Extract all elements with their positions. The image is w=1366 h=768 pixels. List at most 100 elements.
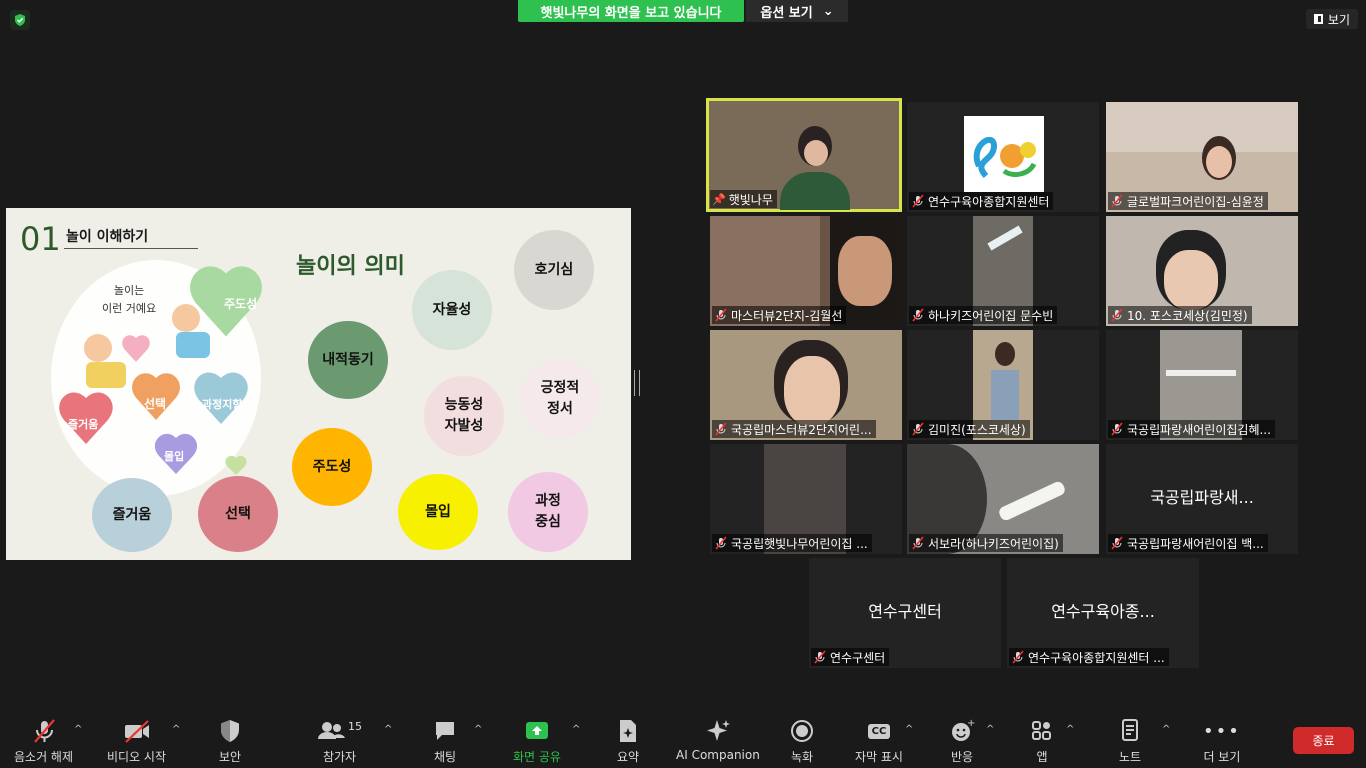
video-tile[interactable]: 마스터뷰2단지-김월선	[710, 216, 902, 326]
heart-label: 몰입	[164, 450, 184, 463]
video-tile[interactable]: 김미진(포스코세상)	[907, 330, 1099, 440]
notes-label: 노트	[1118, 750, 1142, 764]
participant-name: 마스터뷰2단지-김월선	[731, 308, 843, 323]
participant-name: 10. 포스코세상(김민정)	[1127, 308, 1248, 323]
apps-label: 앱	[1036, 750, 1048, 764]
apps-options-caret[interactable]: ^	[1066, 724, 1074, 735]
video-tile[interactable]: 하나키즈어린이집 문수빈	[907, 216, 1099, 326]
heart-label: 선택	[144, 396, 166, 411]
resize-handle[interactable]	[634, 370, 640, 396]
slide-subtitle: 놀이 이해하기	[66, 229, 149, 245]
participant-name-tag: 연수구육아종합지원센터	[909, 192, 1054, 210]
start-video-button[interactable]: 비디오 시작	[107, 718, 166, 765]
view-options-button[interactable]: 옵션 보기 ⌄	[746, 0, 848, 22]
video-tile[interactable]: 연수구센터 연수구센터	[809, 558, 1001, 668]
unmute-button[interactable]: 음소거 해제	[14, 718, 73, 765]
record-button[interactable]: 녹화	[789, 718, 815, 765]
more-button[interactable]: ••• 더 보기	[1203, 718, 1241, 765]
mic-muted-icon	[714, 308, 728, 322]
video-tile[interactable]: 연수구육아종... 연수구육아종합지원센터 ...	[1007, 558, 1199, 668]
video-tile[interactable]: 국공립파랑새... 국공립파랑새어린이집 백...	[1106, 444, 1298, 554]
summary-button[interactable]: 요약	[616, 718, 640, 765]
grid-view-icon	[1313, 14, 1323, 24]
encryption-shield-icon[interactable]	[10, 10, 30, 30]
end-meeting-button[interactable]: 종료	[1293, 727, 1354, 754]
viewing-screen-banner: 햇빛나무의 화면을 보고 있습니다	[518, 0, 744, 22]
captions-button[interactable]: CC 자막 표시	[855, 718, 903, 765]
reactions-button[interactable]: + 반응	[949, 718, 975, 765]
ai-companion-button[interactable]: AI Companion	[676, 718, 760, 762]
participant-name-tag: 서보라(하나키즈어린이집)	[909, 534, 1063, 552]
participant-name: 서보라(하나키즈어린이집)	[928, 536, 1059, 551]
closed-captions-icon: CC	[867, 718, 891, 744]
chat-button[interactable]: 채팅	[433, 718, 457, 765]
org-logo	[964, 116, 1044, 192]
video-tile[interactable]: 국공립햇빛나무어린이집 ...	[710, 444, 902, 554]
participants-icon: 15	[317, 718, 362, 744]
reactions-label: 반응	[950, 750, 974, 764]
participant-name-tag: 마스터뷰2단지-김월선	[712, 306, 847, 324]
participant-name: 연수구센터	[830, 650, 886, 665]
mic-muted-icon	[714, 422, 728, 436]
view-options-label: 옵션 보기	[760, 5, 813, 21]
participant-name-tag: 10. 포스코세상(김민정)	[1108, 306, 1252, 324]
video-tile[interactable]: 서보라(하나키즈어린이집)	[907, 444, 1099, 554]
participant-name: 국공립파랑새어린이집 백...	[1127, 536, 1264, 551]
audio-options-caret[interactable]: ^	[74, 724, 82, 735]
start-video-label: 비디오 시작	[107, 750, 167, 764]
participant-name-tag: 국공립마스터뷰2단지어린...	[712, 420, 876, 438]
children-play-illustration: 주도성 선택 과정지향 즐거움 몰입 놀이는 이런 거예요	[46, 248, 276, 498]
sparkle-icon	[705, 718, 731, 744]
captions-label: 자막 표시	[855, 750, 903, 764]
participant-display-name: 연수구육아종...	[1051, 602, 1155, 621]
bubble-activeness: 능동성 자발성	[424, 376, 504, 456]
video-tile[interactable]: 📌 햇빛나무	[706, 98, 902, 212]
participant-name: 연수구육아종합지원센터	[928, 194, 1050, 209]
apps-button[interactable]: 앱	[1030, 718, 1054, 765]
share-screen-button[interactable]: 화면 공유	[513, 718, 561, 765]
video-tile[interactable]: 국공립마스터뷰2단지어린...	[710, 330, 902, 440]
video-options-caret[interactable]: ^	[172, 724, 180, 735]
more-label: 더 보기	[1203, 750, 1241, 764]
heart-label: 주도성	[224, 297, 257, 311]
notes-button[interactable]: 노트	[1118, 718, 1142, 765]
chat-options-caret[interactable]: ^	[474, 724, 482, 735]
participant-name-tag: 📌 햇빛나무	[710, 190, 777, 208]
mic-muted-icon	[1110, 194, 1124, 208]
heart-label: 즐거움	[68, 417, 98, 431]
participant-name-tag: 국공립햇빛나무어린이집 ...	[712, 534, 872, 552]
chat-bubble-icon	[433, 718, 457, 744]
security-button[interactable]: 보안	[218, 718, 242, 765]
mic-muted-icon	[31, 718, 57, 744]
participants-button[interactable]: 15 참가자	[317, 718, 362, 765]
slide-title: 놀이의 의미	[296, 254, 405, 279]
bubble-joy: 즐거움	[92, 478, 172, 552]
participant-name-tag: 국공립파랑새어린이집김혜...	[1108, 420, 1275, 438]
apps-icon	[1030, 718, 1054, 744]
participants-options-caret[interactable]: ^	[384, 724, 392, 735]
video-tile[interactable]: 국공립파랑새어린이집김혜...	[1106, 330, 1298, 440]
participant-display-name: 국공립파랑새...	[1150, 488, 1254, 507]
shield-icon	[218, 718, 242, 744]
video-tile[interactable]: 글로벌파크어린이집-심윤정	[1106, 102, 1298, 212]
top-bar: 햇빛나무의 화면을 보고 있습니다 옵션 보기 ⌄ 보기	[0, 0, 1366, 40]
participant-name: 연수구육아종합지원센터 ...	[1028, 650, 1165, 665]
participant-name-tag: 연수구센터	[811, 648, 890, 666]
share-options-caret[interactable]: ^	[572, 724, 580, 735]
record-icon	[789, 718, 815, 744]
participant-name-tag: 연수구육아종합지원센터 ...	[1009, 648, 1169, 666]
bubble-initiative: 주도성	[292, 428, 372, 506]
participant-name-tag: 김미진(포스코세상)	[909, 420, 1030, 438]
mic-muted-icon	[911, 194, 925, 208]
share-screen-label: 화면 공유	[513, 750, 561, 764]
heart-label: 과정지향	[202, 397, 242, 411]
video-tile[interactable]: 연수구육아종합지원센터	[907, 102, 1099, 212]
participants-count: 15	[348, 719, 362, 733]
video-tile[interactable]: 10. 포스코세상(김민정)	[1106, 216, 1298, 326]
ai-companion-label: AI Companion	[676, 748, 760, 762]
notes-options-caret[interactable]: ^	[1162, 724, 1170, 735]
more-dots-icon: •••	[1203, 720, 1241, 742]
view-button[interactable]: 보기	[1305, 9, 1358, 29]
reactions-options-caret[interactable]: ^	[986, 724, 994, 735]
captions-options-caret[interactable]: ^	[905, 724, 913, 735]
